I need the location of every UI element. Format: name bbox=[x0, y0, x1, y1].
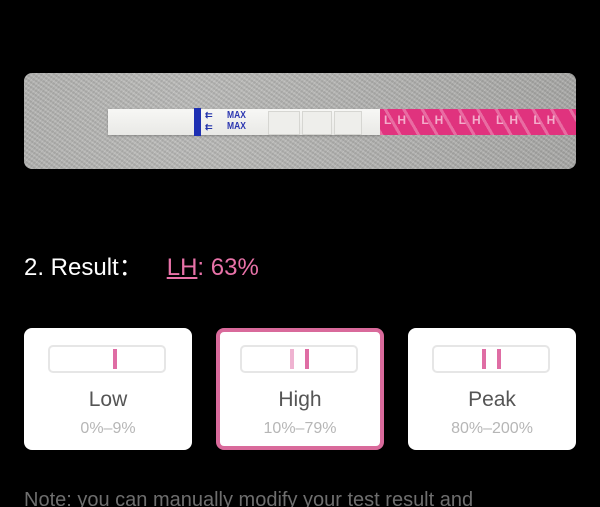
strip-arrows-icon: ⇇ ⇇ bbox=[205, 110, 213, 132]
test-strip-photo: ⇇ ⇇ MAX MAX LH LH LH LH LH bbox=[24, 73, 576, 169]
card-range: 0%–9% bbox=[80, 420, 136, 437]
result-screen: ⇇ ⇇ MAX MAX LH LH LH LH LH 2. Result： LH: 6… bbox=[0, 0, 600, 507]
card-range: 80%–200% bbox=[451, 420, 533, 437]
card-title: Low bbox=[88, 388, 128, 411]
test-line bbox=[305, 349, 309, 369]
control-line bbox=[290, 349, 294, 369]
lh-link[interactable]: LH bbox=[167, 254, 198, 281]
strip-window bbox=[334, 111, 362, 135]
test-line bbox=[497, 349, 501, 369]
lh-value: : 63% bbox=[197, 254, 259, 281]
strip-illustration bbox=[48, 345, 166, 373]
result-label: 2. Result： bbox=[24, 254, 143, 281]
result-card-low[interactable]: Low 0%–9% bbox=[24, 328, 192, 450]
card-title: High bbox=[278, 388, 322, 411]
card-title: Peak bbox=[468, 388, 516, 411]
note-text: Note: you can manually modify your test … bbox=[24, 489, 474, 507]
result-heading: 2. Result： LH: 63% bbox=[24, 252, 259, 284]
strip-max-line bbox=[194, 108, 201, 136]
card-range: 10%–79% bbox=[263, 420, 337, 437]
strip-window bbox=[268, 111, 300, 135]
strip-illustration bbox=[240, 345, 358, 373]
result-card-peak[interactable]: Peak 80%–200% bbox=[408, 328, 576, 450]
control-line bbox=[482, 349, 486, 369]
strip-handle-text: LH LH LH LH LH bbox=[384, 113, 562, 127]
test-line bbox=[113, 349, 117, 369]
strip-max-text: MAX MAX bbox=[227, 110, 246, 132]
result-card-high[interactable]: High 10%–79% bbox=[216, 328, 384, 450]
strip-window bbox=[302, 111, 332, 135]
strip-illustration bbox=[432, 345, 550, 373]
